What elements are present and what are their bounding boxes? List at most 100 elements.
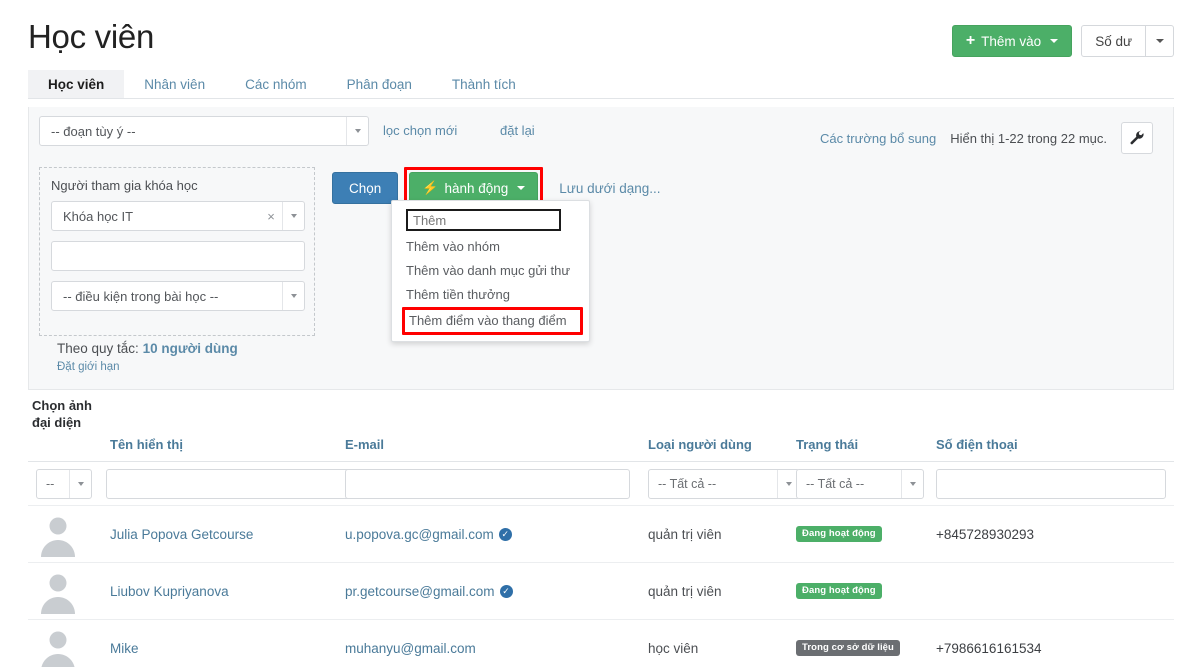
table-header-row: Chọn ảnh đại diện Tên hiển thị E-mail Lo…	[28, 390, 1174, 462]
course-select-value: Khóa học IT	[63, 208, 134, 224]
rule-summary: Theo quy tắc: 10 người dùng	[57, 341, 238, 356]
rule-label: Người tham gia khóa học	[51, 178, 198, 193]
filter-phone-cell	[936, 469, 1166, 499]
lesson-condition-select[interactable]: -- điều kiện trong bài học --	[51, 281, 305, 311]
tab-hoc-vien[interactable]: Học viên	[28, 70, 125, 98]
reset-filter-link[interactable]: đặt lại	[500, 123, 535, 138]
filter-panel: -- đoạn tùy ý -- lọc chọn mới đặt lại Cá…	[28, 107, 1174, 390]
status-filter-value: -- Tất cả --	[806, 477, 865, 491]
dropdown-item-add-bonus[interactable]: Thêm tiền thưởng	[392, 283, 589, 307]
balance-dropdown-toggle[interactable]	[1146, 25, 1174, 57]
column-header-phone[interactable]: Số điện thoại	[936, 437, 1018, 452]
students-page: Học viên + Thêm vào Số dư Học viên Nhân …	[0, 0, 1200, 667]
avatar	[36, 513, 80, 557]
status-badge: Trong cơ sở dữ liệu	[796, 640, 900, 656]
chevron-down-icon	[1050, 39, 1059, 43]
status-badge: Đang hoạt động	[796, 583, 882, 599]
wrench-glyph	[1130, 130, 1144, 145]
cell-user-type: học viên	[648, 641, 699, 656]
chevron-down-icon	[69, 470, 91, 498]
verified-check-icon: ✓	[498, 528, 512, 541]
column-header-email[interactable]: E-mail	[345, 437, 384, 452]
cell-email[interactable]: u.popova.gc@gmail.com ✓	[345, 527, 512, 542]
extra-fields-link[interactable]: Các trường bổ sung	[820, 131, 936, 146]
result-count: Hiển thị 1-22 trong 22 mục.	[950, 130, 1107, 146]
header-actions: + Thêm vào Số dư	[951, 25, 1174, 57]
dropdown-search-input[interactable]	[406, 209, 561, 231]
filter-avatar-cell: --	[36, 469, 92, 499]
lesson-condition-value: -- điều kiện trong bài học --	[63, 288, 219, 304]
cell-name[interactable]: Liubov Kupriyanova	[110, 584, 229, 599]
phone-filter-input[interactable]	[936, 469, 1166, 499]
chevron-down-icon	[901, 470, 923, 498]
user-type-filter-value: -- Tất cả --	[658, 477, 717, 491]
column-header-user-type[interactable]: Loại người dùng	[648, 437, 752, 452]
column-header-status[interactable]: Trạng thái	[796, 437, 858, 452]
filter-name-cell	[106, 469, 360, 499]
dropdown-item-add-to-mailing-list[interactable]: Thêm vào danh mục gửi thư	[392, 259, 589, 283]
cell-name[interactable]: Mike	[110, 641, 139, 656]
user-avatar-icon	[41, 574, 75, 614]
balance-button[interactable]: Số dư	[1081, 25, 1146, 57]
tab-nhan-vien[interactable]: Nhân viên	[124, 70, 225, 98]
cell-user-type: quản trị viên	[648, 584, 722, 599]
page-header: Học viên + Thêm vào Số dư	[0, 0, 1200, 68]
tab-thanh-tich[interactable]: Thành tích	[432, 70, 536, 98]
verified-check-icon: ✓	[499, 585, 513, 598]
add-button[interactable]: + Thêm vào	[951, 25, 1073, 57]
tab-cac-nhom[interactable]: Các nhóm	[225, 70, 327, 98]
filter-email-cell	[345, 469, 630, 499]
rule-summary-prefix: Theo quy tắc:	[57, 341, 139, 356]
segment-select[interactable]: -- đoạn tùy ý --	[39, 116, 369, 146]
user-type-filter-select[interactable]: -- Tất cả --	[648, 469, 800, 499]
tab-bar: Học viên Nhân viên Các nhóm Phân đoạn Th…	[28, 70, 1174, 99]
dropdown-item-add-points-to-scale[interactable]: Thêm điểm vào thang điểm	[402, 307, 583, 335]
plus-icon: +	[965, 32, 976, 49]
status-filter-select[interactable]: -- Tất cả --	[796, 469, 924, 499]
wrench-icon[interactable]	[1121, 122, 1153, 154]
table-row[interactable]: Mike muhanyu@gmail.com học viên Trong cơ…	[28, 620, 1174, 667]
chevron-down-icon	[282, 282, 304, 310]
clear-icon[interactable]: ×	[260, 209, 282, 224]
cell-status: Trong cơ sở dữ liệu	[796, 638, 900, 656]
set-limit-link[interactable]: Đặt giới hạn	[57, 361, 120, 373]
balance-button-group: Số dư	[1081, 25, 1174, 57]
dropdown-item-add-to-group[interactable]: Thêm vào nhóm	[392, 235, 589, 259]
students-table: Chọn ảnh đại diện Tên hiển thị E-mail Lo…	[28, 390, 1174, 667]
table-row[interactable]: Julia Popova Getcourse u.popova.gc@gmail…	[28, 506, 1174, 563]
cell-email[interactable]: muhanyu@gmail.com	[345, 641, 476, 656]
table-row[interactable]: Liubov Kupriyanova pr.getcourse@gmail.co…	[28, 563, 1174, 620]
cell-status: Đang hoạt động	[796, 581, 882, 599]
chevron-down-icon	[346, 117, 368, 145]
user-avatar-icon	[41, 517, 75, 557]
column-header-name[interactable]: Tên hiển thị	[110, 437, 183, 452]
cell-phone: +845728930293	[936, 527, 1034, 542]
page-title: Học viên	[28, 18, 154, 55]
name-filter-input[interactable]	[106, 469, 360, 499]
save-as-link[interactable]: Lưu dưới dạng...	[559, 181, 660, 196]
add-button-label: Thêm vào	[981, 33, 1042, 49]
cell-phone: +7986616161534	[936, 641, 1042, 656]
filter-status-cell: -- Tất cả --	[796, 469, 924, 499]
tab-phan-doan[interactable]: Phân đoạn	[327, 70, 432, 98]
avatar-filter-select[interactable]: --	[36, 469, 92, 499]
filter-top-row: -- đoạn tùy ý -- lọc chọn mới đặt lại Cá…	[39, 116, 1163, 154]
email-filter-input[interactable]	[345, 469, 630, 499]
cell-status: Đang hoạt động	[796, 524, 882, 542]
rule-box: Người tham gia khóa học Khóa học IT × --…	[39, 167, 315, 336]
new-filter-link[interactable]: lọc chọn mới	[383, 123, 457, 138]
chevron-down-icon	[517, 186, 526, 190]
cell-name[interactable]: Julia Popova Getcourse	[110, 527, 253, 542]
avatar	[36, 627, 80, 667]
course-select[interactable]: Khóa học IT ×	[51, 201, 305, 231]
segment-select-value: -- đoạn tùy ý --	[51, 123, 136, 139]
chevron-down-icon	[282, 202, 304, 230]
filter-right-tools: Các trường bổ sung Hiển thị 1-22 trong 2…	[820, 122, 1153, 154]
cell-email-text: pr.getcourse@gmail.com	[345, 584, 495, 599]
choose-button[interactable]: Chọn	[332, 172, 399, 204]
cell-email[interactable]: pr.getcourse@gmail.com ✓	[345, 584, 513, 599]
user-avatar-icon	[41, 631, 75, 667]
rule-text-input[interactable]	[51, 241, 305, 271]
status-badge: Đang hoạt động	[796, 526, 882, 542]
cell-email-text: muhanyu@gmail.com	[345, 641, 476, 656]
